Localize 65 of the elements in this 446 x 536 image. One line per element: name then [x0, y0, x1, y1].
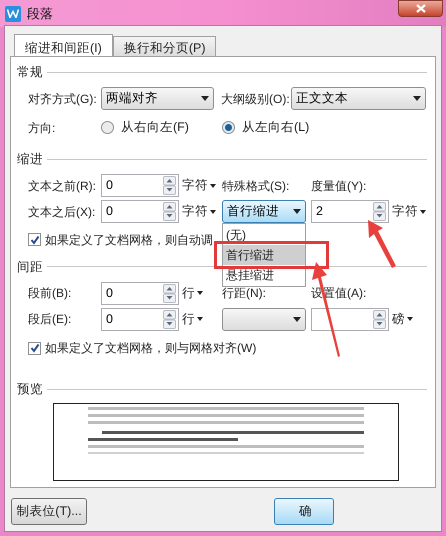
unit-dropdown[interactable]: 字符 — [182, 202, 222, 221]
field-label: 对齐方式(G): — [28, 90, 98, 108]
spin-field[interactable]: 0 — [101, 282, 179, 305]
caret-icon — [197, 291, 203, 296]
caret-icon — [407, 317, 413, 322]
dropdown[interactable]: 首行缩进 — [222, 200, 306, 223]
spin-field[interactable]: 0 — [101, 200, 179, 223]
unit-dropdown[interactable]: 字符 — [392, 202, 432, 221]
caret-icon — [293, 209, 301, 214]
tab[interactable]: 换行和分页(P) — [112, 36, 216, 56]
caret-icon — [201, 96, 209, 102]
spinner-arrows-icon[interactable] — [163, 310, 176, 329]
spinner-arrows-icon[interactable] — [163, 284, 176, 303]
window-title: 段落 — [27, 4, 53, 23]
section-heading: 常规 — [17, 64, 43, 81]
field-label: 段前(B): — [28, 285, 72, 302]
spinner-arrows-icon[interactable] — [373, 310, 386, 329]
field-label: 特殊格式(S): — [222, 178, 290, 194]
tab[interactable]: 缩进和间距(I) — [14, 34, 113, 57]
spin-field[interactable]: 2 — [311, 200, 389, 223]
radio-button[interactable] — [222, 121, 235, 134]
radio-button[interactable] — [101, 121, 114, 134]
radio-label[interactable]: 从右向左(F) — [121, 118, 189, 138]
list-option[interactable]: 悬挂缩进 — [223, 265, 305, 285]
caret-icon — [197, 317, 203, 322]
section-heading: 缩进 — [17, 150, 43, 168]
spin-field[interactable]: 0 — [101, 174, 179, 197]
field-label: 段后(E): — [28, 311, 72, 328]
field-label: 方向: — [28, 120, 56, 137]
checkbox[interactable] — [28, 342, 41, 355]
unit-dropdown[interactable]: 行 — [182, 284, 222, 303]
spinner-arrows-icon[interactable] — [163, 176, 176, 195]
field-label: 文本之后(X): — [28, 204, 96, 220]
field-label: 文本之前(R): — [28, 178, 97, 194]
section-heading: 预览 — [17, 381, 43, 398]
caret-icon — [293, 316, 301, 322]
close-button[interactable] — [398, 0, 443, 17]
spinner-arrows-icon[interactable] — [163, 202, 176, 221]
dropdown[interactable]: 正文文本 — [291, 87, 426, 110]
field-label: 行距(N): — [222, 285, 267, 302]
section-heading: 间距 — [17, 258, 43, 276]
spin-field[interactable]: 0 — [101, 308, 179, 331]
dropdown[interactable]: 两端对齐 — [101, 87, 214, 110]
list-option[interactable]: 首行缩进 — [223, 245, 305, 265]
spin-field[interactable] — [311, 308, 389, 331]
app-logo-icon — [5, 6, 21, 22]
unit-dropdown[interactable]: 字符 — [182, 176, 222, 195]
arrow — [368, 220, 396, 268]
dropdown[interactable] — [222, 308, 306, 331]
close-icon — [416, 4, 426, 13]
caret-icon — [210, 210, 216, 214]
caret-icon — [413, 96, 421, 102]
caret-icon — [210, 184, 216, 188]
radio-label[interactable]: 从左向右(L) — [242, 118, 310, 138]
unit-dropdown[interactable]: 磅 — [392, 310, 432, 329]
caret-icon — [420, 210, 426, 214]
checkbox-label[interactable]: 如果定义了文档网格，则与网格对齐(W) — [45, 339, 256, 358]
checkbox[interactable] — [28, 233, 41, 246]
tabs-button[interactable]: 制表位(T)... — [11, 498, 87, 525]
unit-dropdown[interactable]: 行 — [182, 310, 222, 329]
field-label: 大纲级别(O): — [221, 90, 291, 108]
checkbox-label[interactable]: 如果定义了文档网格，则自动调 — [45, 230, 213, 248]
field-label: 度量值(Y): — [311, 178, 366, 194]
confirm-button[interactable]: 确 — [274, 498, 334, 525]
spinner-arrows-icon[interactable] — [373, 202, 386, 221]
